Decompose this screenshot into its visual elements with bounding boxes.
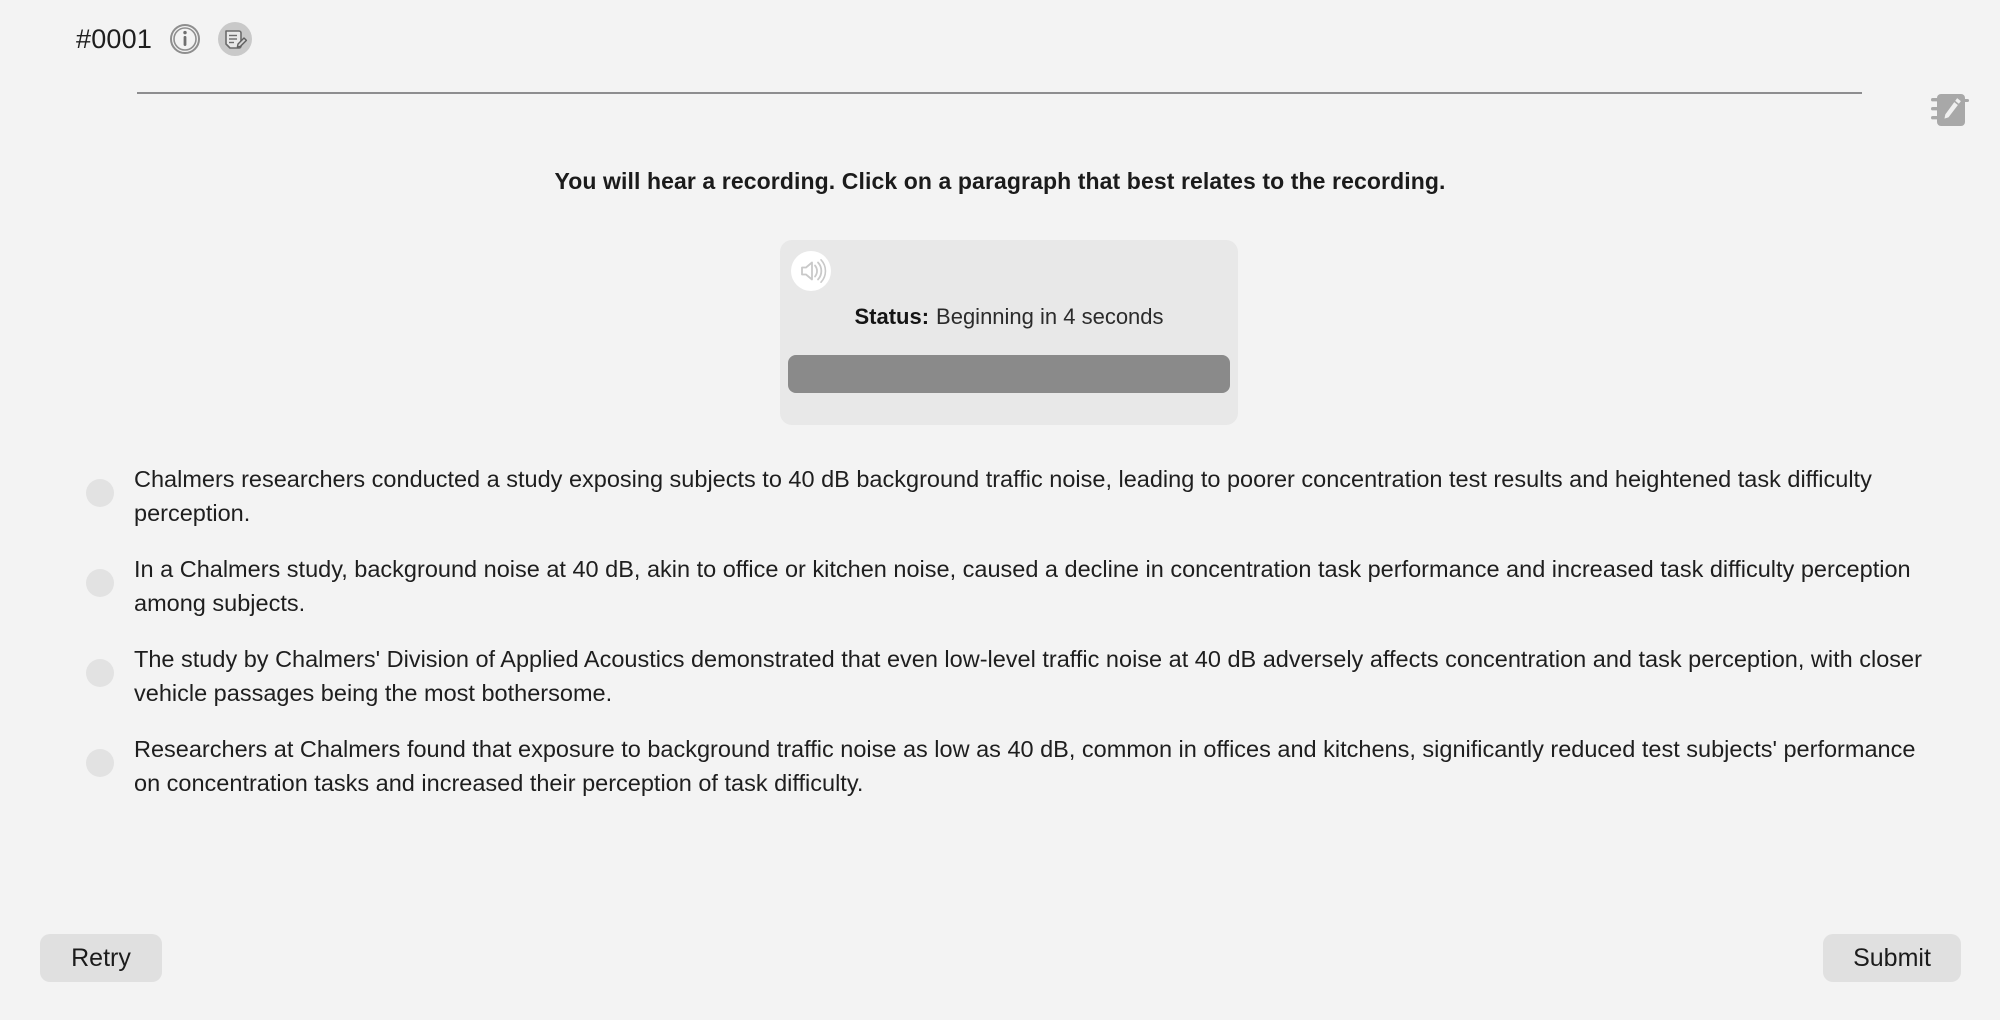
status-value: Beginning in 4 seconds (936, 304, 1164, 329)
option-label-1: Chalmers researchers conducted a study e… (134, 466, 1872, 526)
audio-status-row: Status: Beginning in 4 seconds (780, 304, 1238, 330)
option-radio-1[interactable] (86, 479, 114, 507)
option-radio-2[interactable] (86, 569, 114, 597)
option-row-1[interactable]: Chalmers researchers conducted a study e… (0, 462, 2000, 530)
audio-progress-fill (788, 355, 1230, 393)
submit-button[interactable]: Submit (1823, 934, 1961, 982)
retry-button[interactable]: Retry (40, 934, 162, 982)
task-prompt: You will hear a recording. Click on a pa… (554, 168, 1446, 194)
option-radio-3[interactable] (86, 659, 114, 687)
task-id-label: #0001 (76, 23, 153, 54)
option-row-4[interactable]: Researchers at Chalmers found that expos… (0, 732, 2000, 800)
info-circle-icon[interactable] (168, 22, 202, 56)
status-label: Status: (854, 304, 930, 329)
option-row-3[interactable]: The study by Chalmers' Division of Appli… (0, 642, 2000, 710)
speaker-volume-icon (788, 248, 834, 294)
option-label-2: In a Chalmers study, background noise at… (134, 556, 1911, 616)
option-label-4: Researchers at Chalmers found that expos… (134, 736, 1916, 796)
header-divider (137, 92, 1862, 94)
header-bar: #0001 (0, 0, 2000, 98)
answer-options-list: Chalmers researchers conducted a study e… (0, 462, 2000, 822)
option-radio-4[interactable] (86, 749, 114, 777)
option-label-3: The study by Chalmers' Division of Appli… (134, 646, 1922, 706)
audio-status-panel: Status: Beginning in 4 seconds (780, 240, 1238, 425)
note-edit-icon[interactable] (218, 22, 253, 56)
option-row-2[interactable]: In a Chalmers study, background noise at… (0, 552, 2000, 620)
notepad-pencil-icon[interactable] (1918, 78, 1980, 140)
audio-progress-track[interactable] (788, 355, 1230, 393)
header-left-group: #0001 (76, 22, 253, 56)
